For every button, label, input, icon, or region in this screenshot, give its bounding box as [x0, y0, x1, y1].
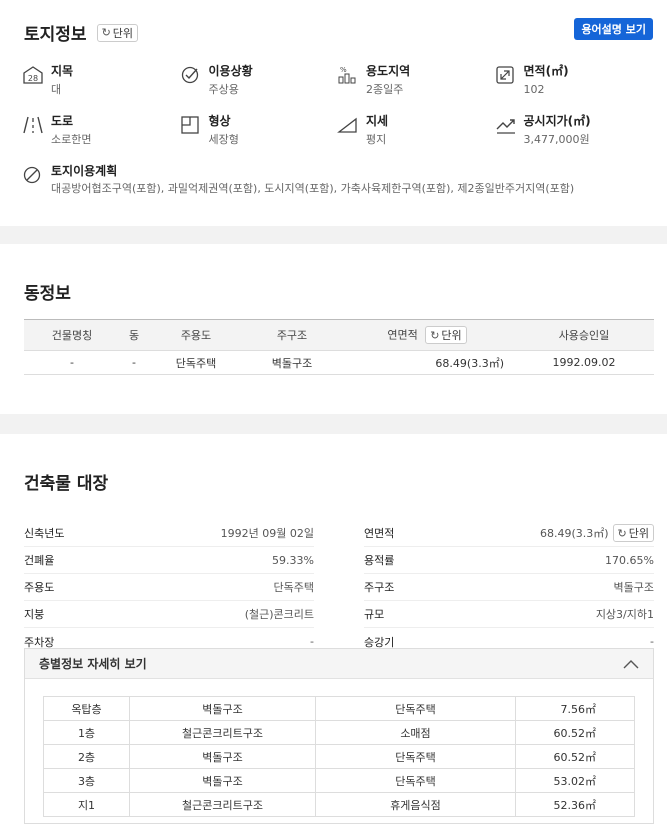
dong-info-section: 동정보 건물명칭 동 주용도 주구조 연면적 ↻ 단위 사용승인일 - - 단독주… — [0, 244, 667, 414]
refresh-icon: ↻ — [101, 26, 111, 39]
land-item-shape: 형상 세장형 — [180, 113, 338, 163]
land-category-icon: 28 — [23, 66, 43, 84]
ledger-summary: 신축년도 1992년 09월 02일 연면적 68.49(3.3㎡) ↻ 단위 건폐율 5… — [24, 520, 654, 655]
dong-header-area: 연면적 ↻ 단위 — [340, 319, 514, 351]
land-use-plan: 토지이용계획 대공방어협조구역(포함), 과밀억제권역(포함), 도시지역(포함)… — [22, 163, 574, 197]
area-expand-icon — [495, 66, 514, 84]
road-icon — [23, 116, 43, 134]
refresh-icon: ↻ — [617, 526, 627, 540]
dong-header: 사용승인일 — [514, 319, 654, 351]
terrain-icon — [337, 117, 357, 133]
shape-icon — [180, 116, 199, 134]
dong-header: 주구조 — [244, 319, 340, 351]
land-item-road: 도로 소로한면 — [22, 113, 180, 163]
chevron-up-icon — [623, 659, 639, 668]
land-item-zoning: % 용도지역 2종일주 — [337, 63, 495, 113]
floor-table: 옥탑층 벽돌구조 단독주택 7.56㎡ 1층 철근콘크리트구조 소매점 60.52㎡ 2층 벽… — [43, 696, 635, 817]
land-item-area: 면적(㎡) 102 — [495, 63, 653, 113]
table-row: 지1 철근콘크리트구조 휴게음식점 52.36㎡ — [43, 792, 635, 817]
table-row: 1층 철근콘크리트구조 소매점 60.52㎡ — [43, 720, 635, 745]
land-item-terrain: 지세 평지 — [337, 113, 495, 163]
land-info-section: 토지정보 ↻ 단위 용어설명 보기 28 지목 대 이용상황 주상용 % 용도지역 2… — [0, 0, 667, 226]
ban-icon — [23, 166, 41, 184]
dong-header: 건물명칭 — [24, 319, 120, 351]
zoning-chart-icon: % — [338, 66, 356, 84]
dong-info-title: 동정보 — [24, 284, 71, 304]
refresh-icon: ↻ — [430, 328, 440, 342]
table-row: 옥탑층 벽돌구조 단독주택 7.56㎡ — [43, 696, 635, 721]
table-row: 3층 벽돌구조 단독주택 53.02㎡ — [43, 768, 635, 793]
land-item-usage: 이용상황 주상용 — [180, 63, 338, 113]
building-ledger-section: 건축물 대장 신축년도 1992년 09월 02일 연면적 68.49(3.3㎡) ↻… — [0, 434, 667, 826]
table-row: - - 단독주택 벽돌구조 68.49(3.3㎡) 1992.09.02 — [24, 350, 654, 375]
svg-text:28: 28 — [28, 74, 38, 83]
land-item-category: 28 지목 대 — [22, 63, 180, 113]
land-item-price: 공시지가(㎡) 3,477,000원 — [495, 113, 653, 163]
check-circle-icon — [181, 66, 198, 84]
floor-info-toggle[interactable]: 층별정보 자세히 보기 — [25, 649, 653, 679]
dong-table: 건물명칭 동 주용도 주구조 연면적 ↻ 단위 사용승인일 - - 단독주택 벽돌… — [24, 319, 654, 375]
table-row: 2층 벽돌구조 단독주택 60.52㎡ — [43, 744, 635, 769]
unit-toggle-button[interactable]: ↻ 단위 — [96, 23, 139, 42]
dong-header: 주용도 — [148, 319, 244, 351]
unit-toggle-button[interactable]: ↻ 단위 — [425, 326, 467, 344]
floor-info-panel: 층별정보 자세히 보기 옥탑층 벽돌구조 단독주택 7.56㎡ 1층 철근콘크리트구조 소… — [24, 648, 654, 824]
unit-toggle-button[interactable]: ↻ 단위 — [612, 524, 654, 542]
building-ledger-title: 건축물 대장 — [24, 474, 109, 494]
glossary-button[interactable]: 용어설명 보기 — [574, 18, 653, 40]
trend-up-icon — [496, 119, 515, 134]
svg-text:%: % — [340, 66, 347, 74]
dong-header: 동 — [120, 319, 148, 351]
land-info-title: 토지정보 — [24, 25, 87, 45]
